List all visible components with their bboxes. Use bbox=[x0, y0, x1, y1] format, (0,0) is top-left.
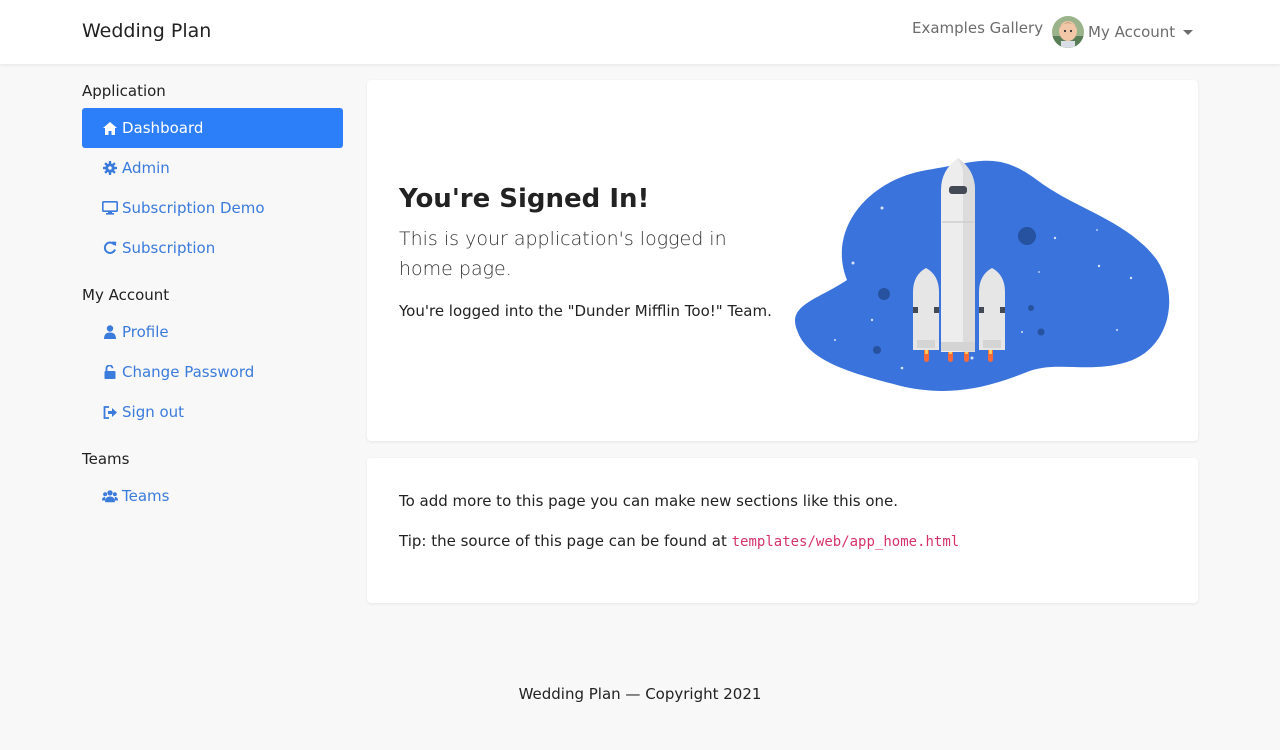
sidebar-item-subscription[interactable]: Subscription bbox=[82, 228, 343, 268]
sidebar-item-teams[interactable]: Teams bbox=[82, 476, 343, 516]
sidebar-item-label: Teams bbox=[122, 487, 170, 505]
sign-out-icon bbox=[102, 404, 118, 420]
sidebar-item-admin[interactable]: Admin bbox=[82, 148, 343, 188]
unlock-icon bbox=[102, 364, 118, 380]
tip-text: Tip: the source of this page can be foun… bbox=[399, 532, 959, 550]
template-path-code: templates/web/app_home.html bbox=[731, 534, 960, 550]
sidebar-heading-my-account: My Account bbox=[82, 286, 170, 304]
top-navbar: Wedding Plan Examples Gallery My Account bbox=[0, 0, 1280, 64]
info-card: To add more to this page you can make ne… bbox=[367, 458, 1198, 603]
desktop-icon bbox=[102, 200, 118, 216]
sidebar-item-label: Sign out bbox=[122, 403, 185, 421]
info-text: To add more to this page you can make ne… bbox=[399, 492, 899, 510]
sidebar-item-profile[interactable]: Profile bbox=[82, 312, 343, 352]
tip-prefix: Tip: the source of this page can be foun… bbox=[399, 532, 727, 550]
user-icon bbox=[102, 324, 118, 340]
my-account-dropdown[interactable]: My Account bbox=[1052, 15, 1194, 49]
brand-link[interactable]: Wedding Plan bbox=[82, 20, 211, 42]
signed-in-card: You're Signed In! This is your applicati… bbox=[367, 80, 1198, 441]
team-status-text: You're logged into the "Dunder Mifflin T… bbox=[399, 302, 772, 320]
rocket-illustration bbox=[787, 120, 1177, 410]
sidebar-item-dashboard[interactable]: Dashboard bbox=[82, 108, 343, 148]
gear-icon bbox=[102, 160, 118, 176]
sidebar-item-label: Subscription Demo bbox=[122, 199, 265, 217]
sidebar-item-sign-out[interactable]: Sign out bbox=[82, 392, 343, 432]
sidebar-item-change-password[interactable]: Change Password bbox=[82, 352, 343, 392]
sidebar-heading-application: Application bbox=[82, 82, 166, 100]
home-icon bbox=[102, 120, 118, 136]
avatar bbox=[1052, 16, 1084, 48]
sidebar-heading-teams: Teams bbox=[82, 450, 130, 468]
refresh-icon bbox=[102, 240, 118, 256]
footer-copyright: Wedding Plan — Copyright 2021 bbox=[518, 685, 762, 703]
sidebar-item-label: Profile bbox=[122, 323, 169, 341]
page-subtitle: This is your application's logged in hom… bbox=[399, 228, 727, 280]
my-account-label: My Account bbox=[1088, 23, 1176, 41]
page-title: You're Signed In! bbox=[399, 184, 650, 214]
sidebar-item-label: Subscription bbox=[122, 239, 216, 257]
sidebar-item-label: Change Password bbox=[122, 363, 255, 381]
caret-down-icon bbox=[1183, 29, 1194, 35]
examples-gallery-link[interactable]: Examples Gallery bbox=[912, 19, 1043, 37]
users-icon bbox=[102, 488, 118, 504]
sidebar-item-label: Admin bbox=[122, 159, 170, 177]
sidebar-item-label: Dashboard bbox=[122, 119, 204, 137]
sidebar-item-subscription-demo[interactable]: Subscription Demo bbox=[82, 188, 343, 228]
